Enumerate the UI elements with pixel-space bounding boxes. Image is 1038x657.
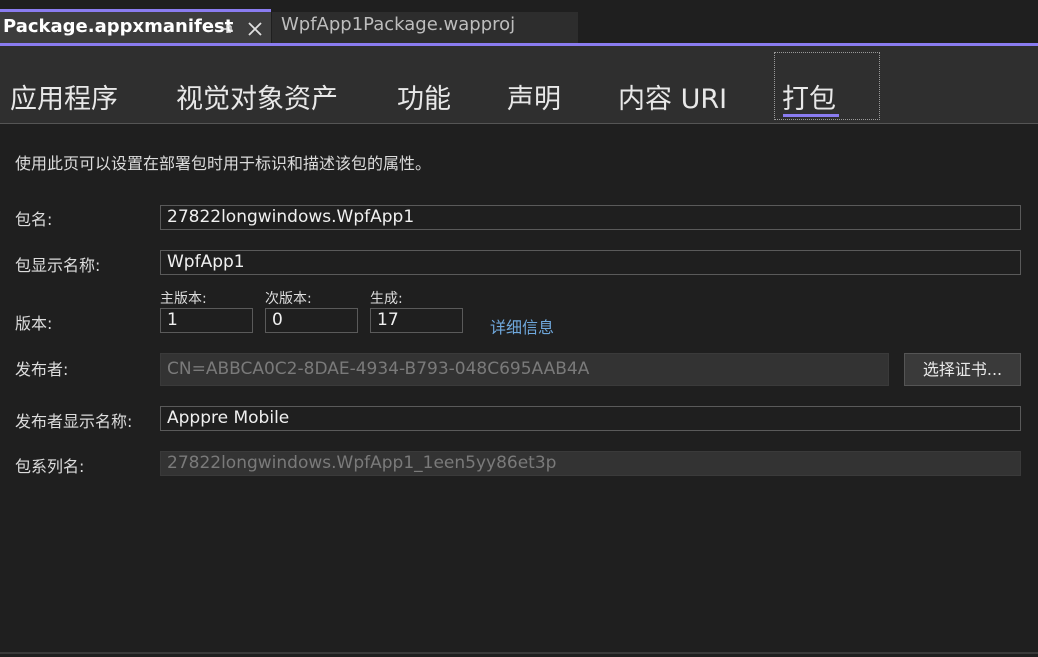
manifest-designer-window: Package.appxmanifest WpfApp1Package.wapp… bbox=[0, 0, 1038, 657]
tab-title: Package.appxmanifest bbox=[3, 16, 234, 37]
tab-content-uris[interactable]: 内容 URI bbox=[618, 82, 727, 122]
package-name-label: 包名: bbox=[15, 210, 53, 229]
designer-area: 应用程序 视觉对象资产 功能 声明 内容 URI 打包 使用此页可以设置在部署包… bbox=[0, 46, 1038, 657]
build-version-input[interactable]: 17 bbox=[370, 308, 463, 333]
publisher-input: CN=ABBCA0C2-8DAE-4934-B793-048C695AAB4A bbox=[160, 353, 889, 386]
tab-wpfapp1package-wapproj[interactable]: WpfApp1Package.wapproj bbox=[272, 12, 578, 43]
tab-capabilities[interactable]: 功能 bbox=[397, 82, 451, 122]
build-version-label: 生成: bbox=[370, 291, 403, 307]
minor-version-input[interactable]: 0 bbox=[265, 308, 358, 333]
pin-icon[interactable] bbox=[218, 21, 234, 37]
publisher-display-name-input[interactable]: Apppre Mobile bbox=[160, 406, 1021, 431]
page-description: 使用此页可以设置在部署包时用于标识和描述该包的属性。 bbox=[15, 154, 432, 173]
tab-visual-assets[interactable]: 视觉对象资产 bbox=[176, 82, 338, 122]
tab-package-appxmanifest[interactable]: Package.appxmanifest bbox=[0, 9, 271, 43]
document-tab-strip: Package.appxmanifest WpfApp1Package.wapp… bbox=[0, 0, 1038, 46]
publisher-display-name-label: 发布者显示名称: bbox=[15, 412, 133, 431]
tab-packaging-label: 打包 bbox=[782, 84, 836, 115]
version-details-link[interactable]: 详细信息 bbox=[490, 314, 554, 338]
bottom-divider bbox=[0, 652, 1038, 654]
display-name-label: 包显示名称: bbox=[15, 256, 101, 275]
version-label: 版本: bbox=[15, 314, 53, 333]
selected-tab-indicator bbox=[783, 114, 839, 117]
display-name-input[interactable]: WpfApp1 bbox=[160, 250, 1021, 275]
major-version-label: 主版本: bbox=[160, 291, 207, 307]
publisher-label: 发布者: bbox=[15, 360, 69, 379]
tab-declarations[interactable]: 声明 bbox=[507, 82, 561, 122]
tab-title: WpfApp1Package.wapproj bbox=[281, 14, 516, 35]
choose-certificate-button[interactable]: 选择证书... bbox=[904, 353, 1021, 386]
major-version-input[interactable]: 1 bbox=[160, 308, 253, 333]
package-name-input[interactable]: 27822longwindows.WpfApp1 bbox=[160, 205, 1021, 230]
section-tab-bar: 应用程序 视觉对象资产 功能 声明 内容 URI 打包 bbox=[0, 46, 1038, 124]
tab-application[interactable]: 应用程序 bbox=[10, 82, 118, 122]
package-family-name-input: 27822longwindows.WpfApp1_1een5yy86et3p bbox=[160, 451, 1021, 476]
tab-packaging[interactable]: 打包 bbox=[774, 52, 880, 120]
package-family-name-label: 包系列名: bbox=[15, 457, 85, 476]
close-icon[interactable] bbox=[246, 20, 264, 38]
minor-version-label: 次版本: bbox=[265, 291, 312, 307]
